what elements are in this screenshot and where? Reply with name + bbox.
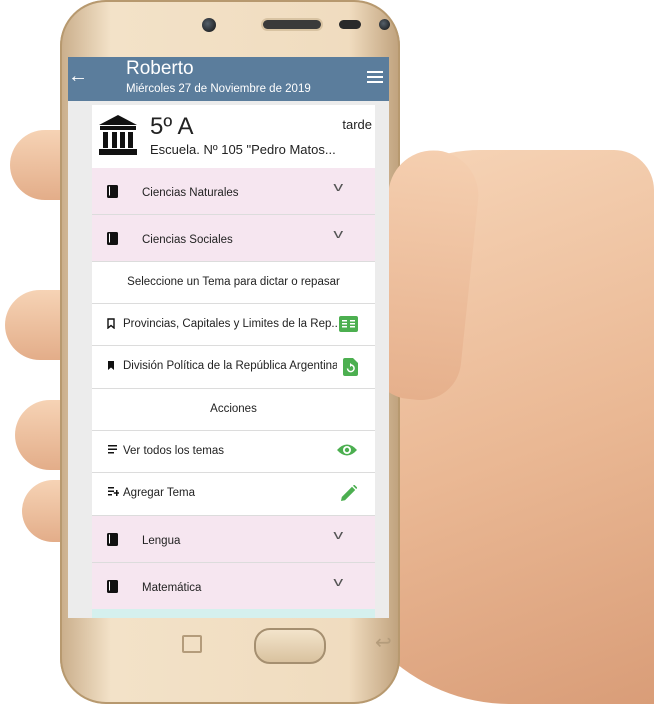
topic-label: División Política de la República Argent… bbox=[123, 360, 337, 372]
bookmark-icon bbox=[108, 361, 114, 370]
book-open-green-icon[interactable] bbox=[339, 316, 358, 332]
class-header: 5º A Escuela. Nº 105 "Pedro Matos... tar… bbox=[92, 105, 375, 169]
book-icon bbox=[107, 580, 118, 593]
chevron-down-icon[interactable]: v bbox=[333, 527, 343, 542]
book-icon bbox=[107, 533, 118, 546]
recent-apps-icon[interactable] bbox=[182, 635, 202, 653]
topic-row[interactable]: Provincias, Capitales y Limites de la Re… bbox=[92, 304, 375, 346]
chevron-down-icon[interactable]: v bbox=[333, 226, 343, 241]
add-topic-row[interactable]: Agregar Tema bbox=[92, 473, 375, 516]
back-nav-icon[interactable]: ↩ bbox=[375, 630, 392, 655]
school-name: Escuela. Nº 105 "Pedro Matos... bbox=[150, 142, 336, 157]
subject-label: Ciencias Sociales bbox=[142, 234, 233, 246]
subject-label: Matemática bbox=[142, 582, 202, 594]
subject-row-ciencias-sociales[interactable]: Ciencias Sociales v bbox=[92, 215, 375, 262]
view-all-topics-row[interactable]: Ver todos los temas bbox=[92, 431, 375, 473]
current-date: Miércoles 27 de Noviembre de 2019 bbox=[126, 83, 311, 95]
class-card: 5º A Escuela. Nº 105 "Pedro Matos... tar… bbox=[92, 105, 375, 618]
book-icon bbox=[107, 185, 118, 198]
back-arrow-icon[interactable]: ← bbox=[68, 65, 88, 88]
action-label: Agregar Tema bbox=[123, 487, 196, 499]
topic-row[interactable]: División Política de la República Argent… bbox=[92, 346, 375, 389]
review-file-green-icon[interactable] bbox=[343, 358, 358, 376]
earpiece-speaker bbox=[263, 20, 321, 29]
next-row-peek bbox=[92, 609, 375, 618]
hamburger-menu-icon[interactable] bbox=[367, 71, 383, 86]
pencil-edit-icon[interactable] bbox=[341, 485, 357, 501]
class-shift: tarde bbox=[342, 117, 372, 132]
phone-screen: ← Roberto Miércoles 27 de Noviembre de 2… bbox=[68, 57, 389, 618]
sensor-camera bbox=[379, 19, 390, 30]
user-name: Roberto bbox=[126, 58, 194, 79]
book-icon bbox=[107, 232, 118, 245]
school-building-icon bbox=[99, 115, 137, 155]
eye-icon[interactable] bbox=[337, 443, 357, 457]
front-camera bbox=[202, 18, 216, 32]
subject-label: Ciencias Naturales bbox=[142, 187, 239, 199]
class-grade: 5º A bbox=[150, 113, 194, 140]
bookmark-outline-icon bbox=[107, 318, 115, 329]
home-button[interactable] bbox=[254, 628, 326, 664]
subject-row-ciencias-naturales[interactable]: Ciencias Naturales v bbox=[92, 168, 375, 215]
topic-prompt: Seleccione un Tema para dictar o repasar bbox=[127, 276, 340, 288]
playlist-add-icon bbox=[108, 487, 119, 496]
actions-heading-row: Acciones bbox=[92, 389, 375, 431]
proximity-sensor bbox=[339, 20, 361, 29]
actions-heading: Acciones bbox=[210, 403, 257, 415]
app-bar: ← Roberto Miércoles 27 de Noviembre de 2… bbox=[68, 57, 389, 101]
chevron-down-icon[interactable]: v bbox=[333, 179, 343, 194]
topic-label: Provincias, Capitales y Limites de la Re… bbox=[123, 318, 337, 330]
action-label: Ver todos los temas bbox=[123, 445, 224, 457]
subject-label: Lengua bbox=[142, 535, 181, 547]
chevron-down-icon[interactable]: v bbox=[333, 574, 343, 589]
subject-row-lengua[interactable]: Lengua v bbox=[92, 516, 375, 563]
list-icon bbox=[108, 445, 117, 454]
topic-prompt-row: Seleccione un Tema para dictar o repasar bbox=[92, 262, 375, 304]
subject-row-matematica[interactable]: Matemática v bbox=[92, 563, 375, 610]
